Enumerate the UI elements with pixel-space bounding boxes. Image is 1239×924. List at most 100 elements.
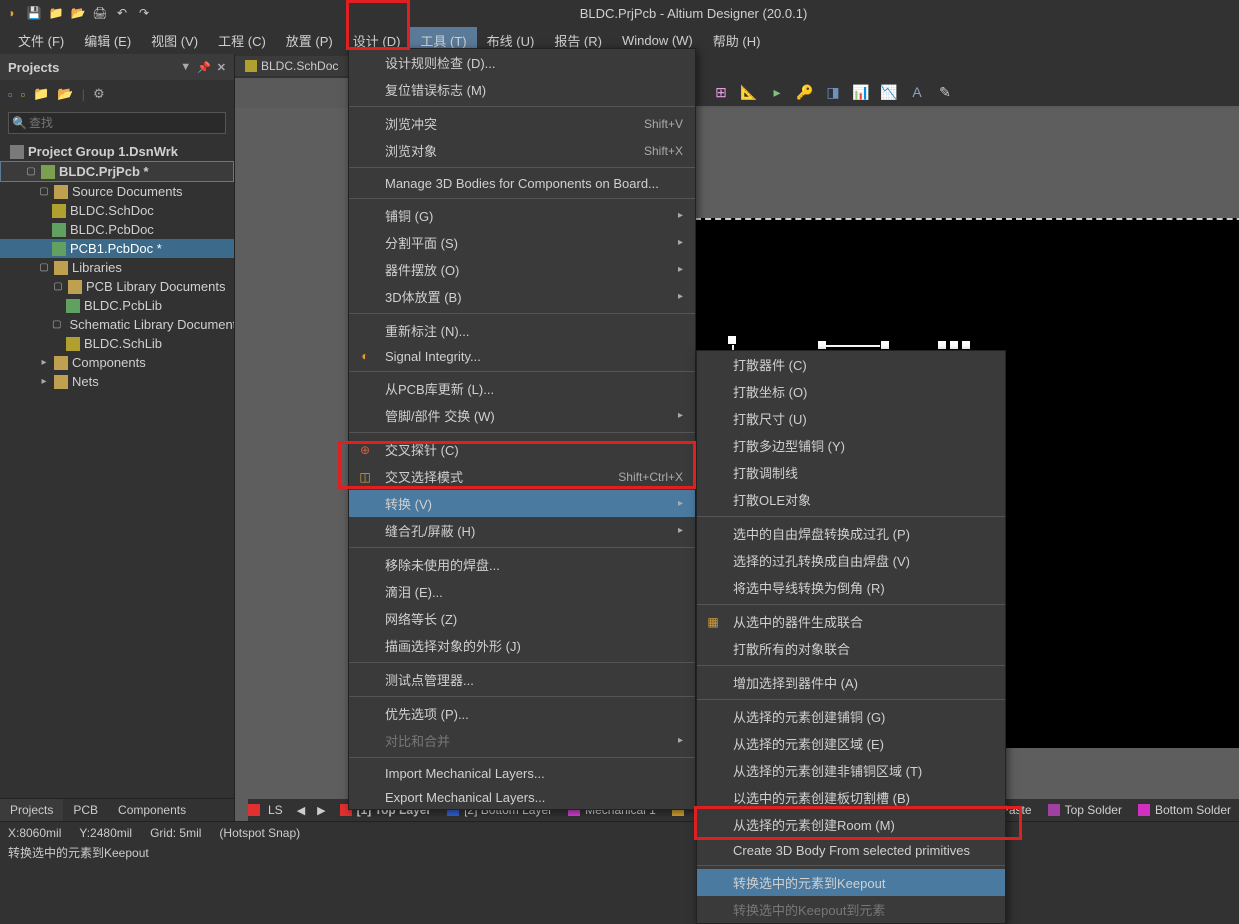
menu-convert[interactable]: 转换 (V)▸ xyxy=(349,490,695,517)
handle[interactable] xyxy=(961,340,971,350)
menu-file[interactable]: 文件 (F) xyxy=(8,27,74,54)
open-prj-icon[interactable]: ▫ xyxy=(21,87,26,102)
tool-icon[interactable]: 📊 xyxy=(851,82,871,102)
chevron-right-icon[interactable]: ▸ xyxy=(38,357,50,368)
print-icon[interactable]: 🖨 xyxy=(92,5,108,21)
layer-tsolder[interactable]: Top Solder xyxy=(1040,801,1130,819)
submenu-explode-comp[interactable]: 打散器件 (C) xyxy=(697,351,1005,378)
tree-prj[interactable]: ▢ BLDC.PrjPcb * xyxy=(0,161,234,182)
tool-icon[interactable]: 📐 xyxy=(739,82,759,102)
tool-icon[interactable]: ▸ xyxy=(767,82,787,102)
tab-components[interactable]: Components xyxy=(108,799,196,821)
tree-schlib-docs[interactable]: ▢ Schematic Library Documents xyxy=(0,315,234,334)
text-icon[interactable]: A xyxy=(907,82,927,102)
menu-import-mech[interactable]: Import Mechanical Layers... xyxy=(349,761,695,785)
chevron-down-icon[interactable]: ▢ xyxy=(52,319,61,330)
menu-project[interactable]: 工程 (C) xyxy=(208,27,276,54)
menu-pref[interactable]: 优先选项 (P)... xyxy=(349,700,695,727)
menu-xprobe[interactable]: ⊕交叉探针 (C) xyxy=(349,436,695,463)
gear-icon[interactable]: ⚙ xyxy=(93,86,105,102)
menu-drc[interactable]: 设计规则检查 (D)... xyxy=(349,49,695,76)
menu-td[interactable]: 滴泪 (E)... xyxy=(349,578,695,605)
submenu-add-sel-comp[interactable]: 增加选择到器件中 (A) xyxy=(697,669,1005,696)
submenu-union-all[interactable]: 打散所有的对象联合 xyxy=(697,635,1005,662)
chevron-down-icon[interactable]: ▢ xyxy=(52,281,64,292)
chevron-down-icon[interactable]: ▢ xyxy=(38,186,50,197)
submenu-explode-dim[interactable]: 打散尺寸 (U) xyxy=(697,405,1005,432)
tool-icon[interactable]: 🔑 xyxy=(795,82,815,102)
tool-icon[interactable]: ⊞ xyxy=(711,82,731,102)
layer-bsolder[interactable]: Bottom Solder xyxy=(1130,801,1239,819)
submenu-to-keepout[interactable]: 转换选中的元素到Keepout xyxy=(697,869,1005,896)
menu-browse-obj[interactable]: 浏览对象Shift+X xyxy=(349,137,695,164)
submenu-create-3d[interactable]: Create 3D Body From selected primitives xyxy=(697,838,1005,862)
submenu-create-poly[interactable]: 从选择的元素创建铺铜 (G) xyxy=(697,703,1005,730)
tab-pcb[interactable]: PCB xyxy=(63,799,108,821)
menu-remove-unused[interactable]: 移除未使用的焊盘... xyxy=(349,551,695,578)
submenu-create-region[interactable]: 从选择的元素创建区域 (E) xyxy=(697,730,1005,757)
save-icon[interactable]: 💾 xyxy=(26,5,42,21)
tree-srcdocs[interactable]: ▢ Source Documents xyxy=(0,182,234,201)
handle[interactable] xyxy=(880,340,890,350)
chevron-right-icon[interactable]: ▸ xyxy=(38,376,50,387)
menu-reanno[interactable]: 重新标注 (N)... xyxy=(349,317,695,344)
layer-ls[interactable]: LS xyxy=(260,801,291,819)
close-panel-icon[interactable]: ✕ xyxy=(217,61,226,74)
undo-icon[interactable]: ↶ xyxy=(114,5,130,21)
tree-pcb[interactable]: BLDC.PcbDoc xyxy=(0,220,234,239)
redo-icon[interactable]: ↷ xyxy=(136,5,152,21)
menu-m3d[interactable]: Manage 3D Bodies for Components on Board… xyxy=(349,171,695,195)
open-icon[interactable]: 📁 xyxy=(48,5,64,21)
folder2-icon[interactable]: 📂 xyxy=(57,86,73,102)
tree-pcblib[interactable]: BLDC.PcbLib xyxy=(0,296,234,315)
menu-help[interactable]: 帮助 (H) xyxy=(703,27,771,54)
menu-tp-mgr[interactable]: 测试点管理器... xyxy=(349,666,695,693)
nav-left-icon[interactable]: ◀ xyxy=(291,802,311,819)
tree-components[interactable]: ▸ Components xyxy=(0,353,234,372)
tree-group[interactable]: Project Group 1.DsnWrk xyxy=(0,142,234,161)
handle[interactable] xyxy=(937,340,947,350)
doc-tab-sch[interactable]: BLDC.SchDoc xyxy=(235,56,348,76)
menu-poly[interactable]: 铺铜 (G)▸ xyxy=(349,202,695,229)
submenu-explode-poly[interactable]: 打散多边型铺铜 (Y) xyxy=(697,432,1005,459)
chevron-down-icon[interactable]: ▢ xyxy=(38,262,50,273)
handle[interactable] xyxy=(727,335,737,345)
submenu-explode-ole[interactable]: 打散OLE对象 xyxy=(697,486,1005,513)
menu-place[interactable]: 放置 (P) xyxy=(276,27,343,54)
tool-icon[interactable]: 📉 xyxy=(879,82,899,102)
tree-pcb1[interactable]: PCB1.PcbDoc * xyxy=(0,239,234,258)
tree-schlib[interactable]: BLDC.SchLib xyxy=(0,334,234,353)
new-icon[interactable]: ▫ xyxy=(8,87,13,102)
tree-pcblib-docs[interactable]: ▢ PCB Library Documents xyxy=(0,277,234,296)
submenu-explode-tune[interactable]: 打散调制线 xyxy=(697,459,1005,486)
submenu-explode-coord[interactable]: 打散坐标 (O) xyxy=(697,378,1005,405)
tool-icon[interactable]: ◨ xyxy=(823,82,843,102)
tree-sch[interactable]: BLDC.SchDoc xyxy=(0,201,234,220)
open2-icon[interactable]: 📂 xyxy=(70,5,86,21)
menu-net-eq[interactable]: 网络等长 (Z) xyxy=(349,605,695,632)
pen-icon[interactable]: ✎ xyxy=(935,82,955,102)
submenu-create-room[interactable]: 从选择的元素创建Room (M) xyxy=(697,811,1005,838)
submenu-create-cutout[interactable]: 以选中的元素创建板切割槽 (B) xyxy=(697,784,1005,811)
menu-si[interactable]: ◐Signal Integrity... xyxy=(349,344,695,368)
submenu-track-to-arc[interactable]: 将选中导线转换为倒角 (R) xyxy=(697,574,1005,601)
menu-edit[interactable]: 编辑 (E) xyxy=(74,27,141,54)
folder-icon[interactable]: 📁 xyxy=(33,86,49,102)
menu-split[interactable]: 分割平面 (S)▸ xyxy=(349,229,695,256)
pin-icon[interactable]: ▼ xyxy=(180,61,191,74)
menu-view[interactable]: 视图 (V) xyxy=(141,27,208,54)
submenu-free-to-via[interactable]: 选中的自由焊盘转换成过孔 (P) xyxy=(697,520,1005,547)
menu-stitch[interactable]: 缝合孔/屏蔽 (H)▸ xyxy=(349,517,695,544)
nav-right-icon[interactable]: ▶ xyxy=(311,802,331,819)
search-input[interactable] xyxy=(8,112,226,134)
tree-libs[interactable]: ▢ Libraries xyxy=(0,258,234,277)
menu-pin-swap[interactable]: 管脚/部件 交换 (W)▸ xyxy=(349,402,695,429)
tab-projects[interactable]: Projects xyxy=(0,799,63,821)
menu-upd-pcb[interactable]: 从PCB库更新 (L)... xyxy=(349,375,695,402)
submenu-via-to-free[interactable]: 选择的过孔转换成自由焊盘 (V) xyxy=(697,547,1005,574)
menu-outline-sel[interactable]: 描画选择对象的外形 (J) xyxy=(349,632,695,659)
menu-comp-place[interactable]: 器件摆放 (O)▸ xyxy=(349,256,695,283)
tree-nets[interactable]: ▸ Nets xyxy=(0,372,234,391)
chevron-down-icon[interactable]: ▢ xyxy=(25,166,37,177)
menu-reset-err[interactable]: 复位错误标志 (M) xyxy=(349,76,695,103)
